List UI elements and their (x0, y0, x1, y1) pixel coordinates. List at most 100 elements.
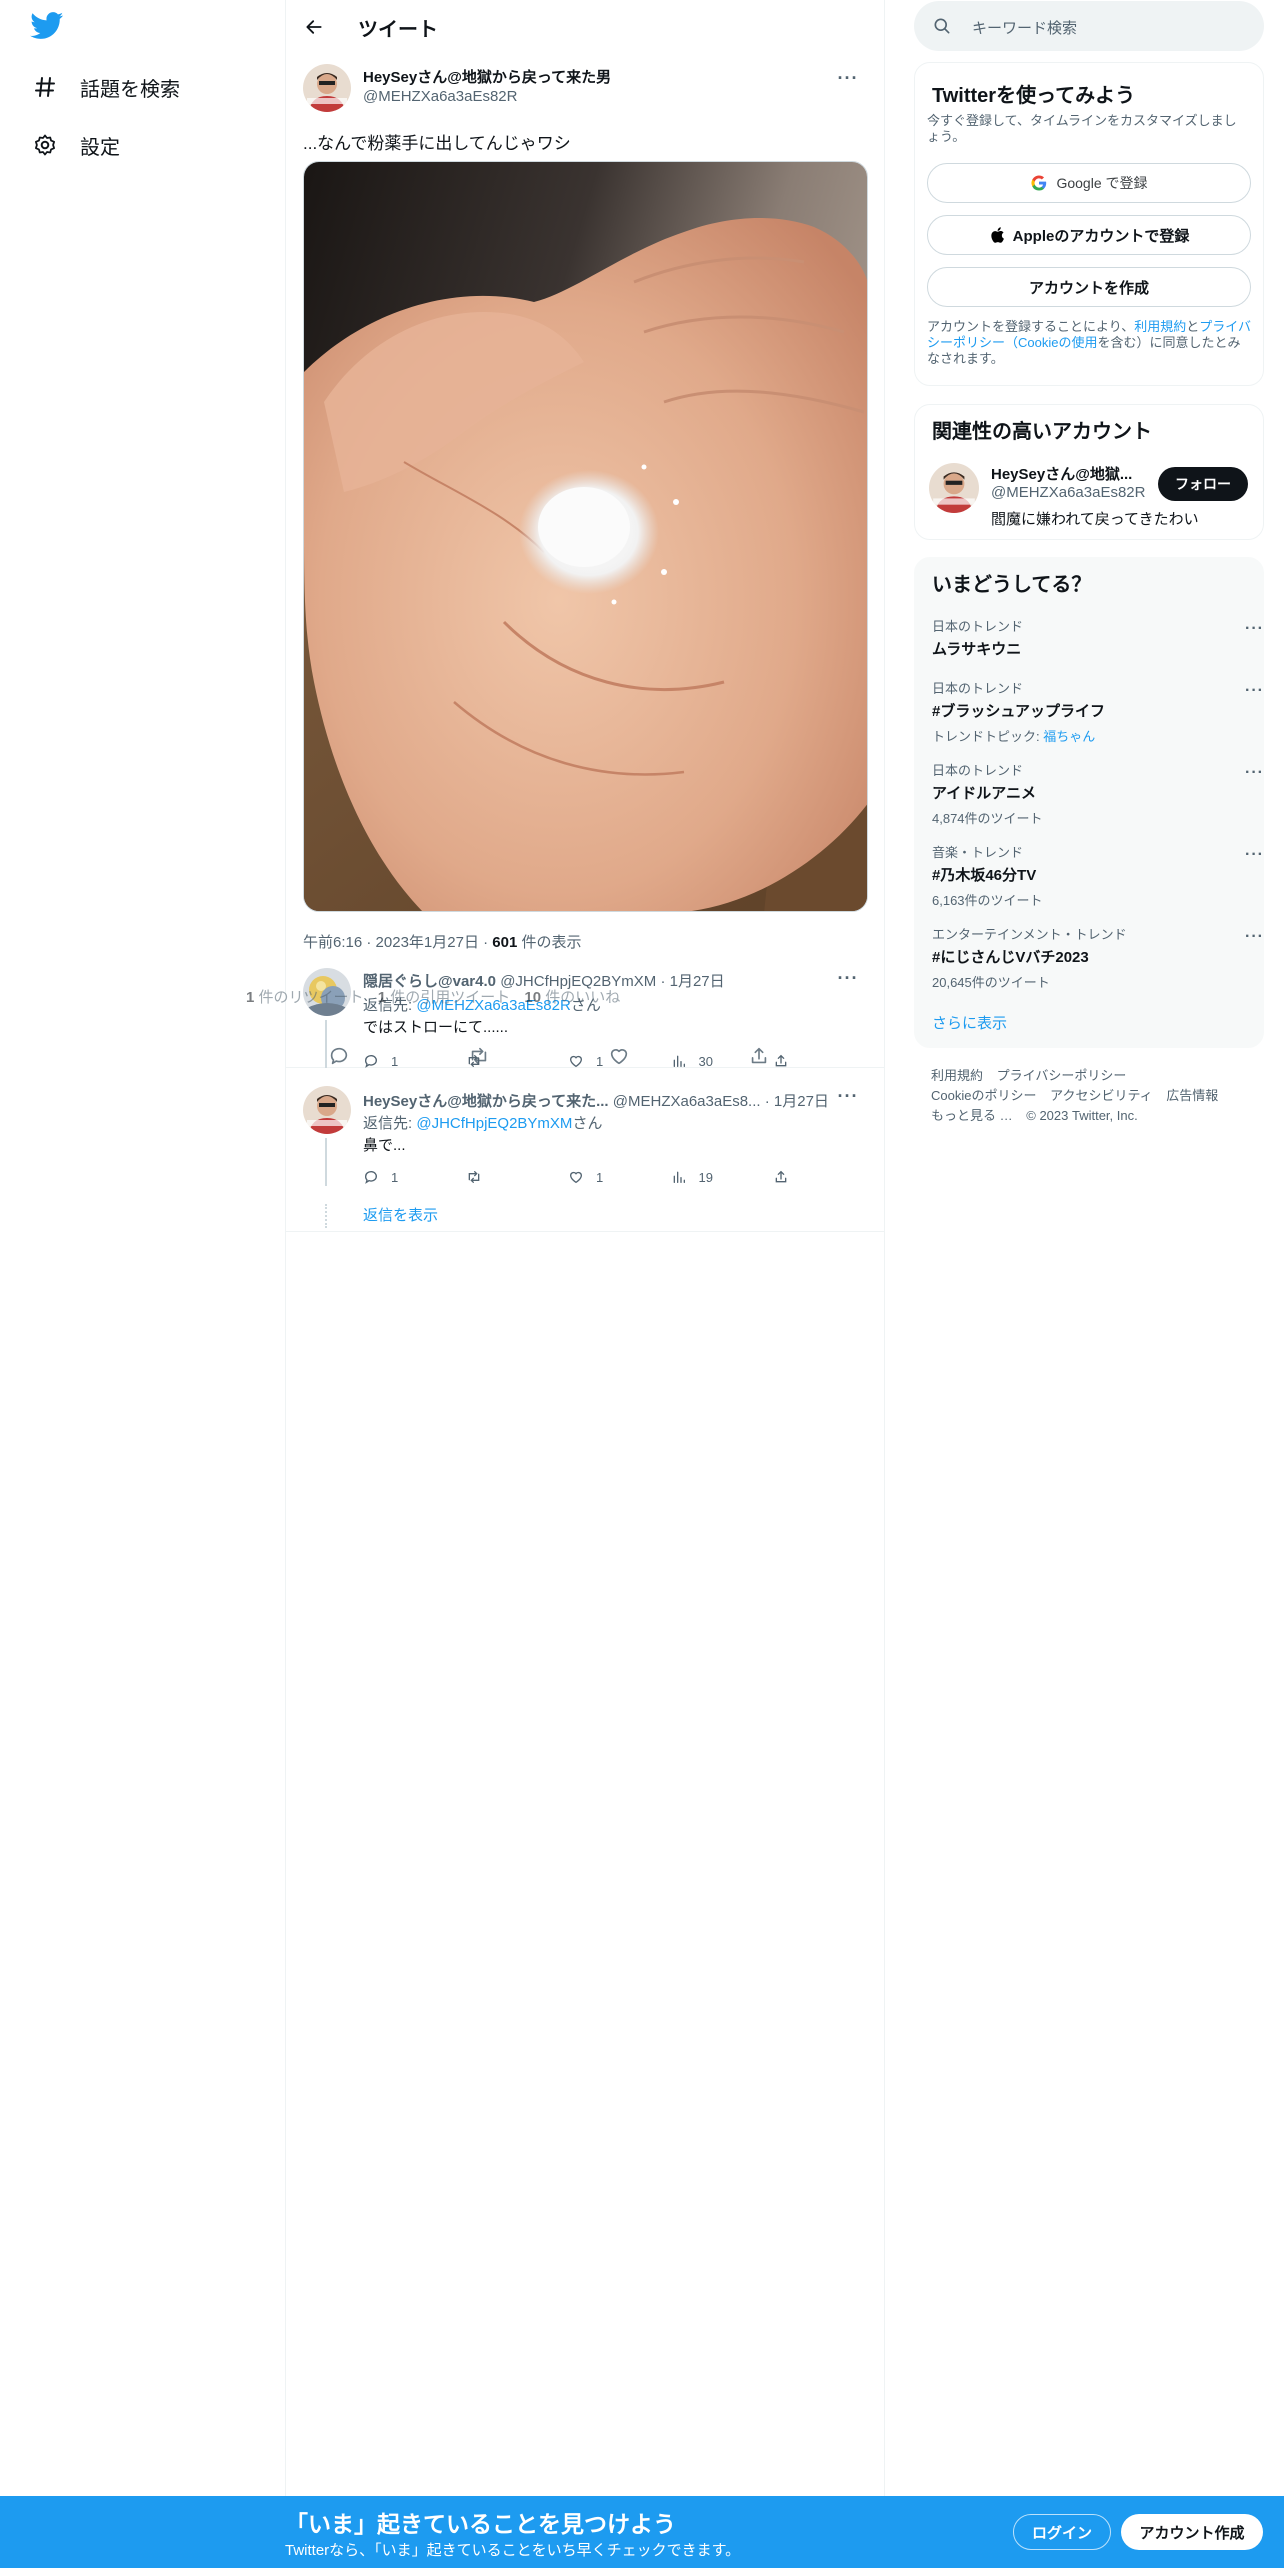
share-icon (775, 1054, 787, 1067)
follow-button[interactable]: フォロー (1158, 467, 1248, 501)
more-icon[interactable]: ··· (1245, 764, 1264, 782)
nav-explore-label: 話題を検索 (80, 78, 180, 101)
nav-settings[interactable]: 設定 (30, 120, 120, 170)
reply-author-name[interactable]: HeySeyさん@地獄から戻って来た... (363, 1093, 609, 1110)
more-icon[interactable]: ··· (1245, 846, 1264, 864)
author-name[interactable]: HeySeyさん@地獄から戻って来た男 (363, 66, 611, 87)
retweets-count[interactable]: 1 (246, 989, 254, 1006)
like-count: 1 (596, 1053, 604, 1069)
reply-to-handle[interactable]: @JHCfHpjEQ2BYmXM (416, 1115, 572, 1132)
view-count: 19 (698, 1169, 713, 1185)
thread-line (325, 1138, 327, 1186)
heart-icon (569, 1055, 583, 1068)
search-box[interactable]: キーワード検索 (914, 1, 1264, 51)
related-account-name[interactable]: HeySeyさん@地獄... (991, 463, 1132, 484)
trend-count: 6,163件のツイート (932, 893, 1043, 908)
like-button[interactable]: 1 (568, 1169, 668, 1185)
main-reply-button[interactable] (322, 1039, 356, 1073)
share-button[interactable] (773, 1169, 803, 1185)
back-button[interactable] (298, 11, 330, 43)
show-more-link[interactable]: さらに表示 (932, 1012, 1007, 1033)
quotes-label[interactable]: 件の引用ツイート (390, 989, 510, 1006)
trend-category: 音楽・トレンド (932, 845, 1024, 860)
more-icon[interactable]: ··· (832, 1084, 864, 1108)
twitter-bird-icon[interactable] (30, 12, 70, 46)
tweet-photo[interactable] (303, 161, 868, 912)
likes-count[interactable]: 10 (524, 989, 541, 1006)
nav-explore[interactable]: 話題を検索 (30, 62, 180, 112)
terms-link[interactable]: 利用規約 (1134, 319, 1186, 334)
more-icon[interactable]: ··· (832, 66, 864, 90)
avatar[interactable] (303, 64, 351, 112)
login-button[interactable]: ログイン (1013, 2514, 1111, 2550)
views-button[interactable]: 19 (671, 1169, 771, 1185)
avatar[interactable] (929, 463, 979, 513)
reply-button[interactable]: 1 (363, 1169, 463, 1185)
reply-icon (364, 1171, 377, 1184)
apple-signup-button[interactable]: Appleのアカウントで登録 (927, 215, 1251, 255)
related-account-handle[interactable]: @MEHZXa6a3aEs82R (991, 484, 1145, 501)
reply-tweet[interactable]: 隠居ぐらし@var4.0 @JHCfHpjEQ2BYmXM · 1月27日 1 … (246, 958, 884, 1069)
more-icon[interactable]: ··· (832, 966, 864, 990)
heart-icon (569, 1171, 583, 1184)
related-title: 関連性の高いアカウント (932, 421, 1152, 443)
more-icon[interactable]: ··· (1245, 620, 1264, 638)
reply-author-handle[interactable]: @MEHZXa6a3aEs8... (613, 1093, 761, 1110)
create-account-button[interactable]: アカウントを作成 (927, 267, 1251, 307)
trend-item[interactable]: 日本のトレンド ムラサキウニ ··· (932, 616, 1263, 659)
signup-title: Twitterを使ってみよう (932, 85, 1136, 107)
reply-to-prefix: 返信先: (363, 1115, 417, 1132)
share-button[interactable] (773, 1053, 803, 1069)
tweet-date[interactable]: 2023年1月27日 (376, 934, 479, 951)
views-button[interactable]: 30 (671, 1053, 771, 1069)
more-icon[interactable]: ··· (1245, 682, 1264, 700)
avatar[interactable] (303, 1086, 351, 1134)
bottom-signup-bar: 「いま」起きていることを見つけよう Twitterなら、「いま」起きていることを… (0, 2496, 1284, 2568)
view-count: 30 (698, 1053, 713, 1069)
terms-prefix: アカウントを登録することにより、 (927, 319, 1135, 334)
reply-button[interactable]: 1 (363, 1053, 463, 1069)
reply-date[interactable]: 1月27日 (774, 1093, 829, 1110)
copyright: © 2023 Twitter, Inc. (1026, 1108, 1138, 1123)
trends-title: いまどうしてる？ (932, 574, 1092, 596)
show-replies-link[interactable]: 返信を表示 (363, 1204, 438, 1225)
bottom-bar-subtitle: Twitterなら、「いま」起きていることをいち早くチェックできます。 (285, 2542, 741, 2559)
reply-tweet[interactable]: HeySeyさん@地獄から戻って来た... @MEHZXa6a3aEs8... … (286, 1072, 884, 1232)
signup-button[interactable]: アカウント作成 (1121, 2514, 1263, 2550)
retweet-button[interactable] (466, 1169, 566, 1185)
reply-to-line: 返信先: @JHCfHpjEQ2BYmXMさん (363, 1112, 602, 1133)
engagement-stats: 1 件のリツイート 1 件の引用ツイート 10 件のいいね (246, 986, 620, 1007)
reply-actions: 1 1 19 (363, 1162, 803, 1192)
likes-label[interactable]: 件のいいね (545, 989, 620, 1006)
trend-topic-prefix: トレンドトピック: (932, 729, 1044, 744)
more-icon[interactable]: ··· (1245, 928, 1264, 946)
footer-link[interactable]: アクセシビリティ (1050, 1088, 1153, 1103)
retweet-icon (468, 1171, 479, 1183)
trend-topic-link[interactable]: 福ちゃん (1043, 729, 1095, 744)
author-handle[interactable]: @MEHZXa6a3aEs82R (363, 88, 517, 105)
hand-with-white-granules-photo (304, 162, 867, 911)
trend-category: 日本のトレンド (932, 763, 1024, 778)
google-signup-button[interactable]: Google で登録 (927, 163, 1251, 203)
reply-count: 1 (391, 1053, 399, 1069)
quotes-count[interactable]: 1 (378, 989, 386, 1006)
footer-link[interactable]: Cookieのポリシー (931, 1088, 1036, 1103)
trend-item[interactable]: エンターテインメント・トレンド #にじさんじVバチ2023 20,645件のツイ… (932, 924, 1263, 991)
footer-link[interactable]: もっと見る … (931, 1108, 1013, 1123)
footer-link[interactable]: プライバシーポリシー (997, 1068, 1127, 1083)
footer-link[interactable]: 広告情報 (1166, 1088, 1218, 1103)
trend-item[interactable]: 日本のトレンド #ブラッシュアップライフ トレンドトピック: 福ちゃん ··· (932, 678, 1263, 745)
reply-date[interactable]: 1月27日 (670, 973, 725, 990)
signup-subtitle: 今すぐ登録して、タイムラインをカスタマイズしましょう。 (927, 113, 1237, 144)
retweets-label[interactable]: 件のリツイート (259, 989, 364, 1006)
like-button[interactable]: 1 (568, 1053, 668, 1069)
footer-link[interactable]: 利用規約 (931, 1068, 983, 1083)
thread-dots (325, 1204, 327, 1228)
retweet-button[interactable] (466, 1053, 566, 1069)
trend-item[interactable]: 音楽・トレンド #乃木坂46分TV 6,163件のツイート ··· (932, 842, 1263, 909)
tweet-time[interactable]: 午前6:16 (303, 934, 362, 951)
related-account-bio: 閻魔に嫌われて戻ってきたわい (991, 511, 1199, 528)
trend-item[interactable]: 日本のトレンド アイドルアニメ 4,874件のツイート ··· (932, 760, 1263, 827)
share-icon (775, 1170, 787, 1183)
signup-terms: アカウントを登録することにより、利用規約とプライバシーポリシー（Cookieの使… (927, 319, 1253, 367)
